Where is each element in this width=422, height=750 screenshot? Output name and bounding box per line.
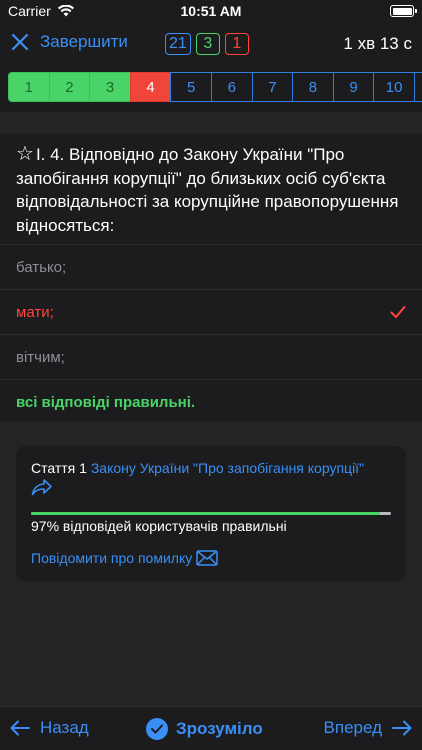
- question-cell-1[interactable]: 1: [8, 72, 49, 102]
- finish-label: Завершити: [40, 32, 128, 51]
- question-cell-6[interactable]: 6: [210, 72, 252, 102]
- next-label: Вперед: [323, 718, 382, 737]
- correct-rate-bar: [31, 512, 391, 515]
- answer-option-1[interactable]: батько;: [0, 244, 422, 289]
- question-strip: 1234567891011: [8, 72, 422, 102]
- timer: 1 хв 13 с: [343, 34, 412, 53]
- question-cell-5[interactable]: 5: [170, 72, 211, 102]
- clock: 10:51 AM: [180, 3, 242, 19]
- law-link[interactable]: Закону України "Про запобігання корупції…: [91, 460, 364, 476]
- correct-rate-fill: [31, 512, 381, 515]
- share-arrow-icon[interactable]: [31, 478, 53, 501]
- article-prefix: Стаття 1: [31, 460, 87, 476]
- understood-button[interactable]: Зрозуміло: [146, 718, 263, 740]
- question-body: І. 4. Відповідно до Закону України "Про …: [16, 145, 399, 235]
- score-counters: 21 3 1: [165, 33, 249, 55]
- question-cell-11[interactable]: 11: [413, 72, 422, 102]
- status-bar: Carrier 10:51 AM: [0, 0, 422, 22]
- next-button[interactable]: Вперед: [324, 718, 412, 738]
- wrong-counter: 1: [224, 33, 249, 55]
- question-cell-2[interactable]: 2: [48, 72, 90, 102]
- question-cell-10[interactable]: 10: [373, 72, 414, 102]
- answer-label: батько;: [16, 258, 67, 276]
- correct-rate-text: 97% відповідей користувачів правильні: [31, 518, 287, 534]
- understood-label: Зрозуміло: [176, 719, 263, 738]
- envelope-icon: [196, 550, 218, 566]
- separator-band: [0, 112, 422, 134]
- report-error-button[interactable]: Повідомити про помилку: [31, 550, 218, 566]
- question-cell-4[interactable]: 4: [129, 72, 171, 102]
- report-label: Повідомити про помилку: [31, 550, 193, 566]
- total-counter: 21: [165, 33, 191, 55]
- question-cell-9[interactable]: 9: [332, 72, 374, 102]
- answer-label: всі відповіді правильні.: [16, 393, 196, 411]
- back-button[interactable]: Назад: [10, 718, 89, 738]
- answer-label: вітчим;: [16, 348, 65, 366]
- star-icon[interactable]: ☆: [16, 143, 34, 165]
- answer-list: батько; мати; вітчим; всі відповіді прав…: [0, 244, 422, 424]
- battery-icon: [390, 5, 417, 17]
- checkmark-circle-icon: [146, 718, 168, 740]
- arrow-right-icon: [392, 720, 412, 736]
- finish-button[interactable]: Завершити: [10, 32, 128, 52]
- close-icon: [11, 33, 29, 51]
- correct-counter: 3: [195, 33, 220, 55]
- info-card: Стаття 1 Закону України "Про запобігання…: [16, 446, 406, 581]
- arrow-left-icon: [10, 720, 30, 736]
- battery-fill: [392, 7, 412, 15]
- back-label: Назад: [40, 718, 89, 737]
- answer-label: мати;: [16, 303, 54, 321]
- answer-option-3[interactable]: вітчим;: [0, 334, 422, 379]
- answer-option-2[interactable]: мати;: [0, 289, 422, 334]
- question-text: ☆ І. 4. Відповідно до Закону України "Про…: [16, 143, 412, 237]
- article-reference: Стаття 1 Закону України "Про запобігання…: [31, 458, 396, 478]
- question-cell-8[interactable]: 8: [292, 72, 333, 102]
- bottom-toolbar: Назад Зрозуміло Вперед: [0, 706, 422, 750]
- question-cell-3[interactable]: 3: [89, 72, 130, 102]
- answer-option-4[interactable]: всі відповіді правильні.: [0, 379, 422, 424]
- checkmark-icon: [390, 305, 406, 323]
- question-cell-7[interactable]: 7: [251, 72, 293, 102]
- nav-bar: Завершити 21 3 1 1 хв 13 с: [0, 22, 422, 66]
